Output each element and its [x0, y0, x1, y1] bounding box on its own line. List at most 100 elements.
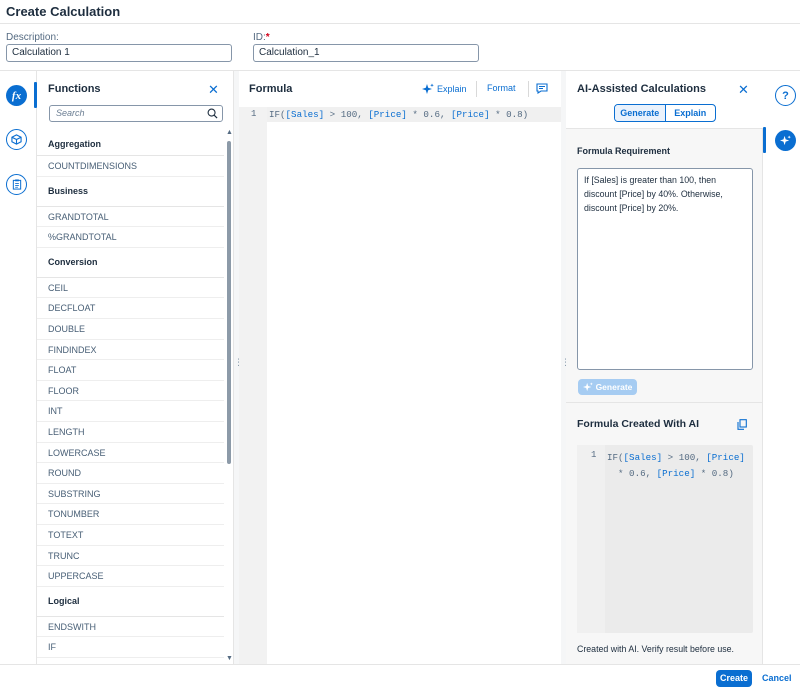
editor-gutter — [239, 107, 267, 664]
function-group-header: Aggregation — [37, 131, 224, 156]
tab-explain[interactable]: Explain — [666, 105, 716, 121]
right-side-navigation: ? — [763, 71, 800, 664]
search-placeholder: Search — [56, 108, 85, 118]
toolbar-separator — [476, 81, 477, 97]
scrollbar-thumb[interactable] — [227, 141, 231, 464]
left-side-navigation: fx — [0, 71, 37, 664]
description-label: Description: — [6, 32, 59, 43]
generate-button-label: Generate — [595, 382, 633, 392]
generate-button[interactable]: Generate — [578, 379, 637, 395]
functions-list: Aggregation COUNTDIMENSIONS Business GRANDT… — [37, 131, 227, 664]
description-input[interactable]: Calculation 1 — [6, 44, 232, 62]
copy-button[interactable] — [737, 419, 747, 433]
comment-button[interactable] — [536, 83, 548, 97]
formula-title: Formula — [249, 83, 293, 95]
ai-assisted-panel: AI-Assisted Calculations ✕ Generate Expl… — [566, 71, 763, 664]
functions-panel: Functions ✕ Search Aggregation COUNTDIMEN… — [37, 71, 234, 664]
function-item[interactable]: LENGTH — [37, 422, 224, 443]
function-group-header: Conversion — [37, 248, 224, 278]
ai-code-text: IF([Sales] > 100, [Price] * 0.6, [Price]… — [607, 452, 745, 479]
clipboard-nav-button[interactable] — [6, 174, 27, 195]
field-token: [Sales] — [285, 109, 325, 120]
function-item[interactable]: INT — [37, 401, 224, 422]
function-item[interactable]: TOTEXT — [37, 525, 224, 546]
dimensions-nav-button[interactable] — [6, 129, 27, 150]
formula-panel: Formula Explain Format 1 IF([Sales] > 10… — [239, 71, 561, 664]
field-token: [Sales] — [623, 452, 663, 463]
function-item[interactable]: %GRANDTOTAL — [37, 227, 224, 248]
function-item[interactable]: FINDINDEX — [37, 340, 224, 361]
function-item[interactable]: ROUND — [37, 463, 224, 484]
dialog-title: Create Calculation — [6, 4, 121, 19]
close-ai-panel-button[interactable]: ✕ — [738, 83, 749, 96]
field-token: [Price] — [706, 452, 745, 463]
help-button[interactable]: ? — [775, 85, 796, 106]
scroll-up-arrow-icon[interactable]: ▲ — [226, 129, 233, 136]
ai-assistant-nav-button[interactable] — [775, 130, 796, 151]
ai-result-title: Formula Created With AI — [577, 418, 700, 430]
id-input[interactable]: Calculation_1 — [253, 44, 479, 62]
function-item[interactable]: DOUBLE — [37, 319, 224, 340]
close-functions-button[interactable]: ✕ — [208, 83, 219, 96]
formula-nav-button[interactable]: fx — [6, 85, 27, 106]
close-icon: ✕ — [738, 82, 749, 97]
field-token: [Price] — [368, 109, 407, 120]
explain-label: Explain — [437, 84, 467, 94]
function-item[interactable]: COUNTDIMENSIONS — [37, 156, 224, 177]
ai-sparkle-icon — [780, 135, 791, 146]
formula-requirement-label: Formula Requirement — [577, 146, 671, 156]
id-label: ID:* — [253, 32, 270, 43]
formula-icon: fx — [11, 89, 22, 102]
divider — [566, 402, 763, 403]
tab-generate[interactable]: Generate — [615, 105, 666, 121]
formula-requirement-textarea[interactable]: If [Sales] is greater than 100, then dis… — [577, 168, 753, 370]
ai-disclaimer: Created with AI. Verify result before us… — [577, 644, 734, 654]
formula-editor[interactable]: IF([Sales] > 100, [Price] * 0.6, [Price]… — [269, 109, 528, 120]
field-token: [Price] — [656, 468, 696, 479]
functions-scrollbar[interactable]: ▲ ▼ — [226, 129, 233, 664]
sparkle-icon — [422, 83, 434, 94]
function-item[interactable]: SUBSTRING — [37, 484, 224, 505]
toolbar-separator — [528, 81, 529, 97]
ai-panel-title: AI-Assisted Calculations — [577, 83, 706, 95]
function-item[interactable]: DECFLOAT — [37, 298, 224, 319]
line-number: 1 — [251, 109, 257, 119]
close-icon: ✕ — [208, 82, 219, 97]
active-indicator — [763, 127, 766, 153]
function-item[interactable]: CEIL — [37, 278, 224, 299]
help-icon: ? — [782, 89, 789, 102]
function-item[interactable]: TRUNC — [37, 546, 224, 567]
explain-button[interactable]: Explain — [422, 83, 467, 95]
format-label: Format — [487, 83, 516, 93]
field-token: [Price] — [450, 109, 490, 120]
sparkle-icon — [582, 382, 593, 392]
function-item[interactable]: UPPERCASE — [37, 566, 224, 587]
ai-mode-segmented-button: Generate Explain — [614, 104, 716, 122]
copy-icon — [737, 419, 747, 430]
function-item[interactable]: LOWERCASE — [37, 443, 224, 464]
id-label-text: ID: — [253, 32, 266, 43]
function-item[interactable]: FLOOR — [37, 381, 224, 402]
search-icon — [207, 108, 218, 119]
function-item[interactable]: FLOAT — [37, 360, 224, 381]
ai-panel-header: AI-Assisted Calculations ✕ Generate Expl… — [566, 71, 763, 129]
function-item[interactable]: IF — [37, 637, 224, 658]
function-group-header: Business — [37, 177, 224, 207]
functions-search-input[interactable]: Search — [49, 105, 223, 122]
ai-code-gutter — [577, 445, 605, 633]
function-item[interactable]: GRANDTOTAL — [37, 207, 224, 228]
comment-icon — [536, 83, 548, 95]
format-button[interactable]: Format — [487, 83, 516, 93]
create-button[interactable]: Create — [716, 670, 752, 687]
clipboard-icon — [12, 179, 21, 190]
cancel-button[interactable]: Cancel — [762, 670, 792, 687]
ai-generated-formula: 1 IF([Sales] > 100, [Price] * 0.6, [Pric… — [577, 445, 753, 633]
functions-title: Functions — [48, 83, 101, 95]
required-marker: * — [265, 32, 270, 43]
ai-line-number: 1 — [591, 450, 597, 460]
function-item[interactable]: ENDSWITH — [37, 617, 224, 638]
function-item[interactable]: TONUMBER — [37, 504, 224, 525]
dialog-footer — [0, 664, 800, 689]
scroll-down-arrow-icon[interactable]: ▼ — [226, 655, 233, 662]
function-group-header: Logical — [37, 587, 224, 617]
